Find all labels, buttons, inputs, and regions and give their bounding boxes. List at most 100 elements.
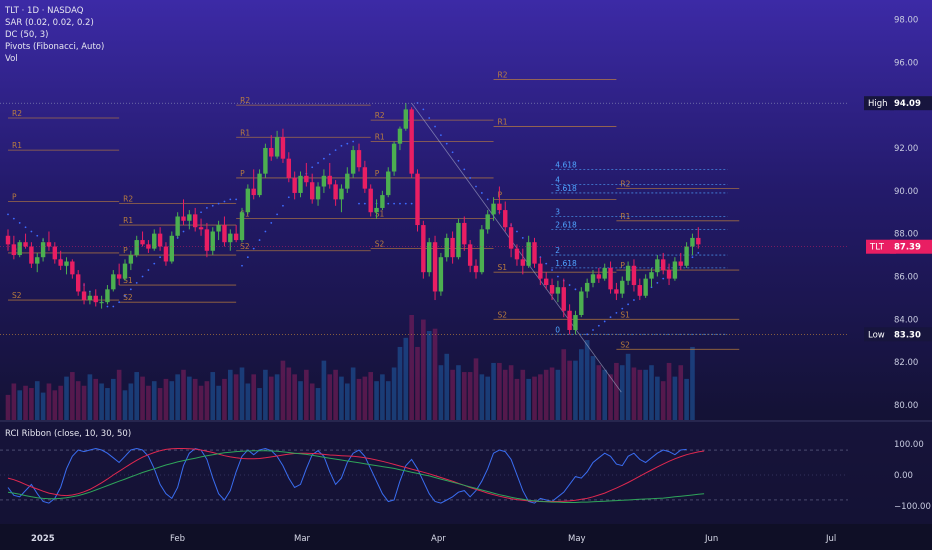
rci-pane[interactable]: RCI Ribbon (close, 10, 30, 50) bbox=[0, 422, 932, 524]
volume-bar bbox=[385, 381, 391, 420]
sar-dot bbox=[200, 211, 202, 214]
sar-dot bbox=[235, 198, 238, 201]
pivot-label: S2 bbox=[12, 291, 22, 300]
volume-bar bbox=[491, 362, 496, 420]
volume-bar bbox=[362, 376, 368, 420]
volume-bar bbox=[263, 369, 268, 420]
candle-body bbox=[549, 285, 555, 294]
candle-body bbox=[544, 278, 549, 286]
candle-body bbox=[456, 222, 461, 258]
candle-body bbox=[111, 274, 116, 290]
sar-dot bbox=[574, 288, 577, 291]
candle-body bbox=[146, 244, 151, 249]
volume-bar bbox=[93, 378, 99, 420]
candle-body bbox=[690, 237, 695, 247]
candle bbox=[386, 167, 391, 198]
candle-body bbox=[696, 237, 701, 245]
pivot-label: P bbox=[620, 261, 625, 270]
volume-bar bbox=[169, 381, 175, 420]
volume-bar bbox=[128, 383, 134, 420]
fib-level-label: 2 bbox=[555, 246, 560, 255]
price-tick-label: 96.00 bbox=[894, 58, 918, 68]
sar-dot bbox=[521, 237, 524, 239]
candle-body bbox=[23, 242, 28, 247]
volume-bar bbox=[438, 365, 444, 420]
candle-body bbox=[462, 222, 467, 245]
volume-bar bbox=[181, 369, 186, 420]
sar-dot bbox=[317, 162, 319, 164]
sar-dot bbox=[217, 202, 220, 205]
candle bbox=[239, 207, 245, 243]
volume-bar bbox=[350, 367, 356, 420]
volume-bar bbox=[596, 365, 602, 420]
volume-bar bbox=[397, 346, 403, 420]
sar-dot bbox=[451, 151, 454, 154]
volume-bar bbox=[327, 374, 333, 420]
candle-body bbox=[555, 287, 561, 294]
volume-bar bbox=[631, 367, 637, 420]
candle-body bbox=[596, 274, 602, 279]
pivot-label: S2 bbox=[375, 240, 385, 249]
sar-dot bbox=[615, 311, 618, 314]
candle-body bbox=[333, 184, 338, 200]
sar-dot bbox=[270, 222, 273, 224]
sar-dot bbox=[352, 140, 355, 143]
candle-body bbox=[315, 186, 321, 200]
candle-body bbox=[286, 158, 291, 178]
candle-body bbox=[497, 203, 502, 211]
sar-dot bbox=[557, 275, 559, 278]
candle-body bbox=[181, 216, 186, 221]
sar-dot bbox=[586, 333, 589, 336]
volume-bar bbox=[579, 349, 584, 420]
sar-dot bbox=[264, 230, 267, 233]
pivot-label: R1 bbox=[375, 133, 385, 142]
volume-bar bbox=[111, 378, 116, 420]
candle-body bbox=[625, 265, 631, 281]
tradingview-chart[interactable]: R2 R1 P S1 S2 R2 R1 P S1 S2 R2 R1 P S1 S2 R2 R1 P S1 S2 R2 R1… bbox=[0, 0, 932, 550]
volume-bar bbox=[134, 372, 139, 420]
pivot-label: P bbox=[123, 246, 128, 255]
sar-dot bbox=[428, 117, 431, 119]
last-price-marker-value: 87.39 bbox=[894, 243, 921, 253]
volume-bar bbox=[64, 376, 69, 420]
low-marker-label: Low bbox=[868, 330, 885, 340]
sar-dot bbox=[276, 213, 278, 216]
pivot-label: P bbox=[498, 190, 503, 199]
header-line: DC (50, 3) bbox=[5, 30, 48, 40]
volume-bar bbox=[485, 376, 490, 420]
sar-dot bbox=[24, 226, 27, 229]
pivot-label: R1 bbox=[123, 216, 133, 225]
volume-bar bbox=[251, 374, 256, 420]
pivot-label: S1 bbox=[620, 310, 630, 319]
candle-body bbox=[356, 150, 362, 168]
sar-dot bbox=[36, 234, 39, 237]
volume-bar bbox=[40, 392, 46, 420]
volume-bar bbox=[222, 378, 227, 420]
candle-body bbox=[245, 188, 251, 213]
sar-dot bbox=[323, 157, 325, 160]
candle-body bbox=[99, 302, 104, 304]
sar-dot bbox=[334, 149, 337, 152]
sar-dot bbox=[445, 142, 448, 145]
candle-body bbox=[5, 235, 11, 245]
sar-dot bbox=[18, 222, 21, 224]
sar-dot bbox=[592, 329, 594, 331]
sar-dot bbox=[106, 305, 109, 308]
price-tick-label: 84.00 bbox=[894, 315, 918, 325]
sar-dot bbox=[282, 204, 284, 207]
time-axis[interactable]: 2025 Feb Mar Apr May Jun Jul bbox=[0, 524, 932, 550]
sar-dot bbox=[691, 256, 694, 259]
sar-dot bbox=[440, 134, 442, 137]
candle-body bbox=[204, 229, 210, 251]
volume-bar bbox=[672, 376, 678, 420]
candle-body bbox=[684, 246, 689, 266]
sar-dot bbox=[328, 153, 331, 156]
sar-dot bbox=[129, 288, 132, 291]
sar-dot bbox=[252, 247, 255, 250]
chart-svg[interactable]: R2R1PS1S2R2R1PS1S2R2R1PS1S2R2R1PS1S2R2R1… bbox=[0, 0, 932, 550]
rci-tick-label: 100.00 bbox=[894, 440, 924, 450]
volume-bar bbox=[140, 376, 145, 420]
volume-bar bbox=[520, 369, 526, 420]
candle-body bbox=[105, 289, 110, 303]
volume-bar bbox=[333, 369, 338, 420]
